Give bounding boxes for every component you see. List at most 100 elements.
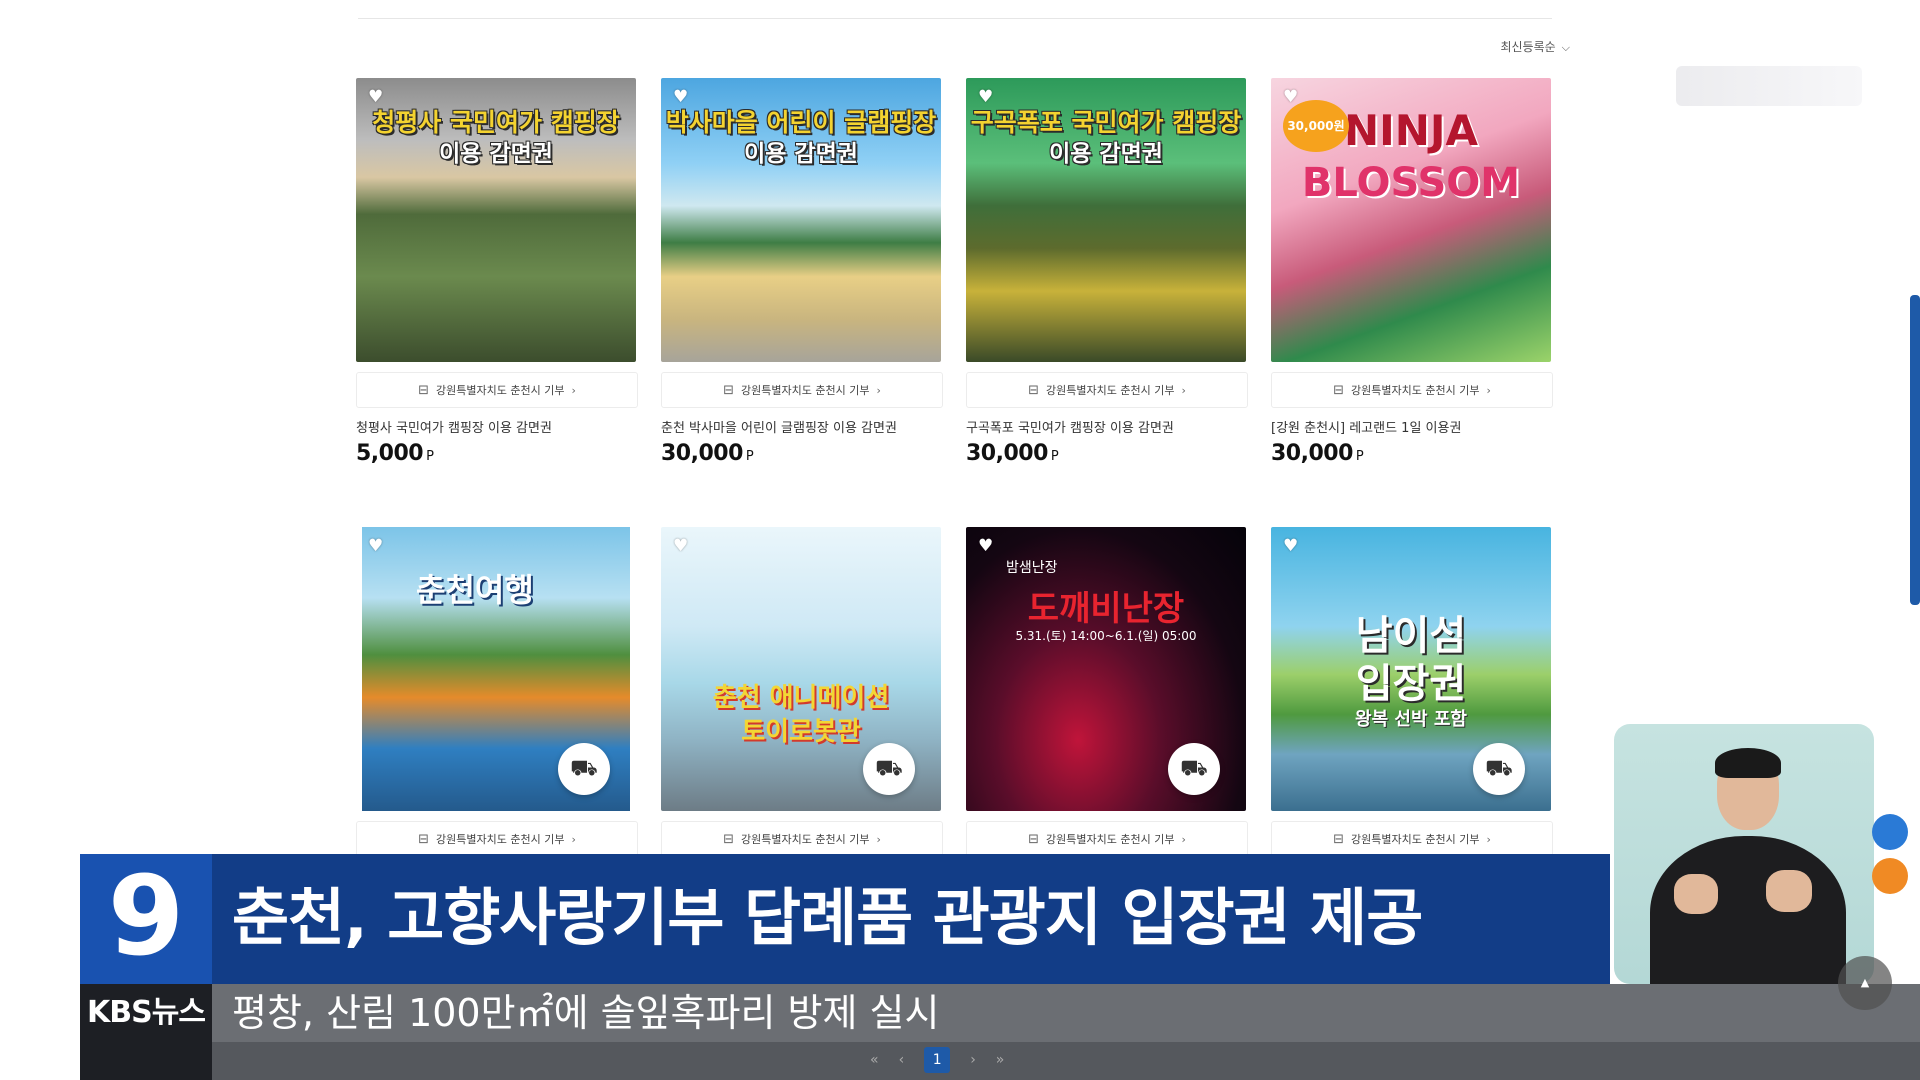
price-value: 5,000 [356,441,424,466]
donor-label: 강원특별자치도 춘천시 기부 [1046,384,1175,397]
heart-icon[interactable]: ♥ [1283,537,1301,555]
shopping-bag-icon: ⊟ [1028,382,1040,398]
chevron-right-icon: › [1486,832,1491,846]
shopping-bag-icon: ⊟ [1028,831,1040,847]
banner-subtitle: 토이로봇관 [741,717,861,747]
product-name[interactable]: 구곡폭포 국민여가 캠핑장 이용 감면권 [966,417,1256,436]
donor-tag[interactable]: ⊟ 강원특별자치도 춘천시 기부 › [356,372,638,408]
interpreter-hand [1766,870,1812,912]
top-divider [358,18,1552,19]
product-name[interactable]: 춘천 박사마을 어린이 글램핑장 이용 감면권 [661,417,951,436]
product-thumbnail[interactable]: 청평사 국민여가 캠핑장 이용 감면권 ♥ [356,78,636,362]
banner-subtitle: 이용 감면권 [744,141,858,167]
banner-pretitle: 밤샘난장 [1006,560,1058,576]
ticker-logo: KBS뉴스 [80,984,212,1042]
product-thumbnail[interactable]: 춘천 애니메이션 토이로봇관 ♥ ⛟ [661,527,941,811]
donor-tag[interactable]: ⊟ 강원특별자치도 춘천시 기부 › [1271,821,1553,857]
donor-tag[interactable]: ⊟ 강원특별자치도 춘천시 기부 › [661,372,943,408]
quick-menu-icon[interactable] [1872,858,1908,894]
donor-tag[interactable]: ⊟ 강원특별자치도 춘천시 기부 › [356,821,638,857]
donor-tag[interactable]: ⊟ 강원특별자치도 춘천시 기부 › [1271,372,1553,408]
scrollbar[interactable] [1910,295,1920,605]
donor-label: 강원특별자치도 춘천시 기부 [1351,833,1480,846]
cart-icon[interactable]: ⛟ [1168,743,1220,795]
heart-icon[interactable]: ♥ [368,88,386,106]
banner-subtitle: 5.31.(토) 14:00~6.1.(일) 05:00 [1015,629,1197,643]
product-thumbnail[interactable]: 구곡폭포 국민여가 캠핑장 이용 감면권 ♥ [966,78,1246,362]
product-price: 30,000 P [1271,441,1364,466]
pagination: « ‹ 1 › » [860,1044,1060,1076]
sort-dropdown[interactable]: 최신등록순 ⌵ [1470,38,1570,55]
cart-icon[interactable]: ⛟ [863,743,915,795]
chevron-right-icon: › [876,383,881,397]
product-name[interactable]: 청평사 국민여가 캠핑장 이용 감면권 [356,417,646,436]
shopping-bag-icon: ⊟ [1333,831,1345,847]
scroll-top-button[interactable]: ▲ [1838,956,1892,1010]
next-page-icon[interactable]: › [970,1044,976,1076]
donor-tag[interactable]: ⊟ 강원특별자치도 춘천시 기부 › [661,821,943,857]
donor-tag[interactable]: ⊟ 강원특별자치도 춘천시 기부 › [966,821,1248,857]
banner-title: 구곡폭포 국민여가 캠핑장 [970,108,1242,137]
ticker-lower-strip [212,1042,1920,1080]
heart-icon[interactable]: ♥ [978,88,996,106]
donor-label: 강원특별자치도 춘천시 기부 [741,384,870,397]
banner-subtitle: 이용 감면권 [1049,141,1163,167]
donor-label: 강원특별자치도 춘천시 기부 [1351,384,1480,397]
chevron-right-icon: › [1181,832,1186,846]
price-unit: P [745,449,754,464]
prev-page-icon[interactable]: ‹ [899,1044,905,1076]
shopping-bag-icon: ⊟ [418,831,430,847]
heart-icon[interactable]: ♥ [1283,88,1301,106]
price-unit: P [426,449,434,464]
news-headline: 춘천, 고향사랑기부 답례품 관광지 입장권 제공 [232,881,1423,954]
broadcaster-watermark [1676,66,1862,106]
shopping-bag-icon: ⊟ [1333,382,1345,398]
product-thumbnail[interactable]: NINJA BLOSSOM 30,000원 ♥ [1271,78,1551,362]
donor-tag[interactable]: ⊟ 강원특별자치도 춘천시 기부 › [966,372,1248,408]
chevron-down-icon: ⌵ [1561,41,1570,54]
cart-icon[interactable]: ⛟ [558,743,610,795]
banner-title: 춘천여행 [416,571,534,609]
shopping-bag-icon: ⊟ [723,382,735,398]
donor-label: 강원특별자치도 춘천시 기부 [436,384,565,397]
heart-icon[interactable]: ♥ [673,537,691,555]
product-thumbnail[interactable]: 남이섬 입장권 왕복 선박 포함 ♥ ⛟ [1271,527,1551,811]
heart-icon[interactable]: ♥ [368,537,386,555]
first-page-icon[interactable]: « [870,1044,879,1076]
banner-note: 왕복 선박 포함 [1355,709,1467,730]
price-unit: P [1050,449,1059,464]
chevron-right-icon: › [571,832,576,846]
chevron-right-icon: › [876,832,881,846]
sign-language-interpreter [1614,724,1874,984]
quick-menu-icon[interactable] [1872,814,1908,850]
banner-title: 박사마을 어린이 글램핑장 [665,108,937,137]
sort-label: 최신등록순 [1500,40,1556,54]
price-value: 30,000 [966,441,1048,466]
product-thumbnail[interactable]: 밤샘난장 도깨비난장 5.31.(토) 14:00~6.1.(일) 05:00 … [966,527,1246,811]
channel-logo: 9 [80,854,212,984]
banner-title: 도깨비난장 [1027,589,1185,629]
donor-label: 강원특별자치도 춘천시 기부 [436,833,565,846]
page-current[interactable]: 1 [924,1047,951,1073]
ticker-text: 평창, 산림 100만㎡에 솔잎혹파리 방제 실시 [232,991,940,1035]
price-badge: 30,000원 [1283,100,1349,152]
product-name[interactable]: [강원 춘천시] 레고랜드 1일 이용권 [1271,417,1561,436]
heart-icon[interactable]: ♥ [673,88,691,106]
banner-title: 청평사 국민여가 캠핑장 [372,108,620,137]
chevron-right-icon: › [1181,383,1186,397]
banner-subtitle: 입장권 [1355,661,1467,707]
shopping-bag-icon: ⊟ [418,382,430,398]
price-value: 30,000 [661,441,743,466]
channel-number: 9 [107,852,185,980]
last-page-icon[interactable]: » [996,1044,1005,1076]
banner-subtitle: BLOSSOM [1301,160,1521,206]
heart-icon[interactable]: ♥ [978,537,996,555]
banner-subtitle: 이용 감면권 [439,141,553,167]
cart-icon[interactable]: ⛟ [1473,743,1525,795]
product-thumbnail[interactable]: 박사마을 어린이 글램핑장 이용 감면권 ♥ [661,78,941,362]
product-thumbnail[interactable]: 춘천여행 ♥ ⛟ [356,527,636,811]
donor-label: 강원특별자치도 춘천시 기부 [741,833,870,846]
chevron-right-icon: › [571,383,576,397]
product-price: 5,000 P [356,441,434,466]
product-price: 30,000 P [966,441,1059,466]
